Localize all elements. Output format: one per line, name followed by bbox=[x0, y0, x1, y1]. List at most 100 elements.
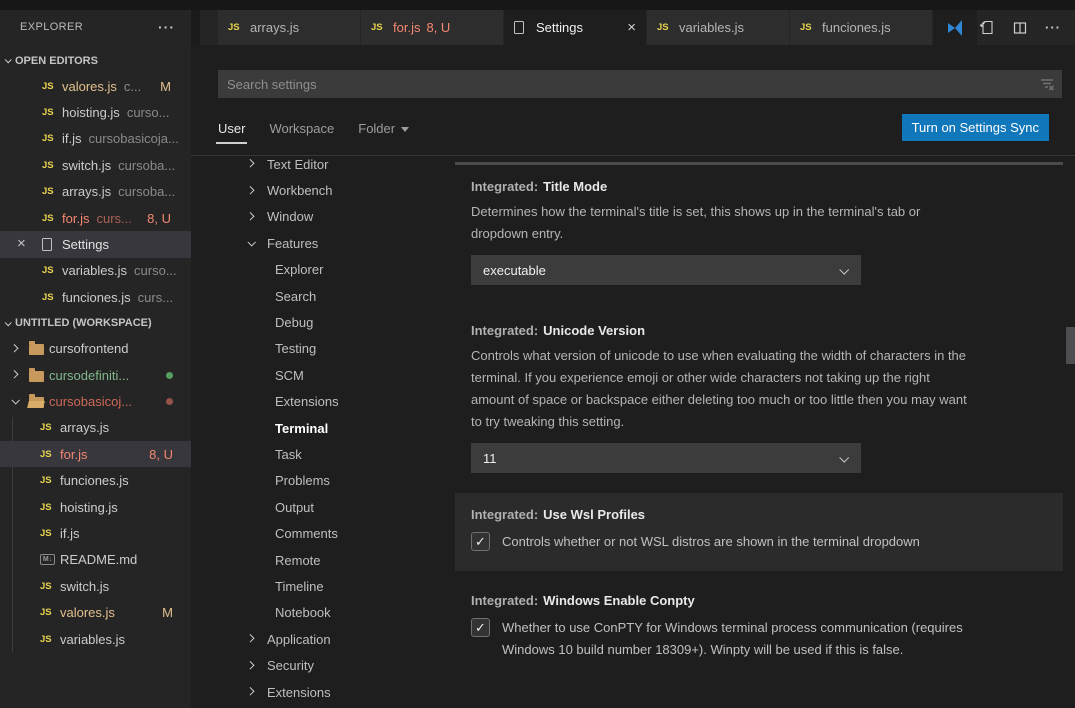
editor-tab[interactable]: Settings × bbox=[504, 10, 646, 45]
tree-item[interactable]: switch.js bbox=[0, 573, 191, 599]
scope-tab[interactable]: Workspace bbox=[269, 121, 334, 136]
open-editor-item[interactable]: arrays.js cursoba... bbox=[0, 179, 191, 205]
open-editor-item[interactable]: variables.js curso... bbox=[0, 258, 191, 284]
close-icon[interactable]: × bbox=[17, 235, 26, 252]
clear-filter-icon[interactable] bbox=[1039, 76, 1055, 92]
open-editor-item[interactable]: hoisting.js curso... bbox=[0, 99, 191, 125]
tree-item[interactable]: arrays.js bbox=[0, 415, 191, 441]
close-icon[interactable]: × bbox=[627, 19, 636, 36]
file-type-icon bbox=[42, 78, 62, 94]
open-editor-item[interactable]: funciones.js curs... bbox=[0, 284, 191, 310]
file-type-icon bbox=[29, 393, 49, 408]
file-name: switch.js bbox=[60, 578, 110, 594]
open-editors-header[interactable]: OPEN EDITORS bbox=[0, 48, 191, 73]
toc-item[interactable]: Comments bbox=[191, 520, 455, 546]
window-top-edge bbox=[0, 0, 1075, 10]
split-editor-icon[interactable] bbox=[1010, 18, 1030, 38]
editor-tab[interactable]: funciones.js bbox=[790, 10, 932, 45]
file-name: if.js bbox=[60, 525, 80, 541]
toc-item[interactable]: Security bbox=[191, 652, 455, 678]
open-editor-item[interactable]: if.js cursobasicoja... bbox=[0, 126, 191, 152]
file-type-glyph bbox=[40, 446, 57, 462]
tree-item[interactable]: for.js 8, U bbox=[0, 441, 191, 468]
checkbox[interactable]: ✓ bbox=[471, 532, 490, 551]
chevron-down-icon bbox=[401, 126, 410, 132]
setting-select[interactable]: 11 bbox=[471, 443, 861, 473]
toc-chevron bbox=[247, 238, 267, 247]
setting-select[interactable]: executable bbox=[471, 255, 861, 285]
scrollbar-thumb[interactable] bbox=[1066, 327, 1075, 364]
toc-chevron bbox=[246, 212, 267, 221]
toc-item[interactable]: Window bbox=[191, 204, 455, 230]
toc-item[interactable]: Text Editor bbox=[191, 156, 455, 177]
tab-label: arrays.js bbox=[250, 20, 300, 35]
toc-item[interactable]: Extensions bbox=[191, 389, 455, 415]
tree-item[interactable]: funciones.js bbox=[0, 467, 191, 493]
scope-tab[interactable]: User bbox=[215, 121, 248, 144]
setting-description: Controls what version of unicode to use … bbox=[471, 348, 967, 429]
toc-item[interactable]: Extensions bbox=[191, 679, 455, 705]
toc-item[interactable]: Explorer bbox=[191, 257, 455, 283]
file-type-glyph bbox=[42, 289, 59, 305]
chevron-icon bbox=[246, 660, 255, 670]
toc-item[interactable]: Search bbox=[191, 283, 455, 309]
toc-item[interactable]: Timeline bbox=[191, 573, 455, 599]
toc-item[interactable]: Terminal bbox=[191, 415, 455, 441]
toc-label: Workbench bbox=[267, 183, 333, 199]
toc-item[interactable]: Output bbox=[191, 494, 455, 520]
tree-item[interactable]: README.md bbox=[0, 547, 191, 573]
toc-label: Problems bbox=[275, 473, 330, 489]
search-settings-input[interactable] bbox=[218, 70, 1062, 98]
ellipsis-icon[interactable]: ··· bbox=[158, 19, 175, 35]
file-name: cursofrontend bbox=[49, 341, 129, 357]
open-editors-label: OPEN EDITORS bbox=[15, 54, 98, 67]
tree-item[interactable]: valores.js M bbox=[0, 599, 191, 625]
select-value: executable bbox=[483, 262, 546, 278]
open-editor-item[interactable]: valores.js c... M bbox=[0, 73, 191, 99]
tab-badge: 8, U bbox=[426, 20, 451, 35]
tree-item[interactable]: cursobasicoj... bbox=[0, 388, 191, 414]
open-settings-json-icon[interactable] bbox=[977, 18, 997, 38]
open-editor-item[interactable]: for.js curs... 8, U bbox=[0, 205, 191, 231]
toc-label: Comments bbox=[275, 526, 338, 542]
file-type-icon bbox=[42, 105, 62, 121]
toc-item[interactable]: Testing bbox=[191, 336, 455, 362]
tree-item[interactable]: cursodefiniti... bbox=[0, 362, 191, 388]
open-editor-item[interactable]: switch.js cursoba... bbox=[0, 152, 191, 178]
setting-checkbox-row: ✓ Controls whether or not WSL distros ar… bbox=[471, 531, 1047, 553]
file-name: valores.js bbox=[62, 78, 117, 94]
explorer-sidebar: EXPLORER ··· OPEN EDITORS valores.js c..… bbox=[0, 10, 191, 708]
toc-item[interactable]: Notebook bbox=[191, 600, 455, 626]
workspace-header[interactable]: UNTITLED (WORKSPACE) bbox=[0, 311, 191, 336]
toc-item[interactable]: Debug bbox=[191, 309, 455, 335]
chevron-icon bbox=[246, 687, 255, 696]
settings-sync-button[interactable]: Turn on Settings Sync bbox=[901, 114, 1049, 141]
checkbox[interactable]: ✓ bbox=[471, 618, 490, 637]
toc-item[interactable]: Application bbox=[191, 626, 455, 652]
tree-item[interactable]: if.js bbox=[0, 520, 191, 546]
file-name: arrays.js bbox=[60, 420, 110, 436]
toc-item[interactable]: Features bbox=[191, 230, 455, 256]
file-path-suffix: curs... bbox=[96, 210, 132, 226]
file-type-glyph bbox=[40, 578, 57, 594]
file-name: arrays.js bbox=[62, 184, 112, 200]
tree-item[interactable]: hoisting.js bbox=[0, 494, 191, 520]
toc-label: Window bbox=[267, 209, 314, 225]
editor-tab[interactable]: for.js 8, U bbox=[361, 10, 503, 45]
editor-tab[interactable]: variables.js bbox=[647, 10, 789, 45]
file-name: variables.js bbox=[62, 263, 128, 279]
toc-item[interactable]: SCM bbox=[191, 362, 455, 388]
open-editor-item[interactable]: × Settings bbox=[0, 231, 191, 258]
file-name: README.md bbox=[60, 552, 138, 568]
toc-item[interactable]: Task bbox=[191, 441, 455, 467]
toc-item[interactable]: Problems bbox=[191, 468, 455, 494]
status-badge: M bbox=[162, 605, 173, 621]
file-type-glyph bbox=[514, 21, 524, 34]
tree-item[interactable]: cursofrontend bbox=[0, 336, 191, 362]
scope-tab[interactable]: Folder bbox=[358, 121, 410, 136]
more-actions-icon[interactable]: ··· bbox=[1043, 18, 1063, 38]
editor-tab[interactable]: arrays.js bbox=[218, 10, 360, 45]
toc-item[interactable]: Workbench bbox=[191, 177, 455, 203]
toc-item[interactable]: Remote bbox=[191, 547, 455, 573]
tree-item[interactable]: variables.js bbox=[0, 626, 191, 652]
